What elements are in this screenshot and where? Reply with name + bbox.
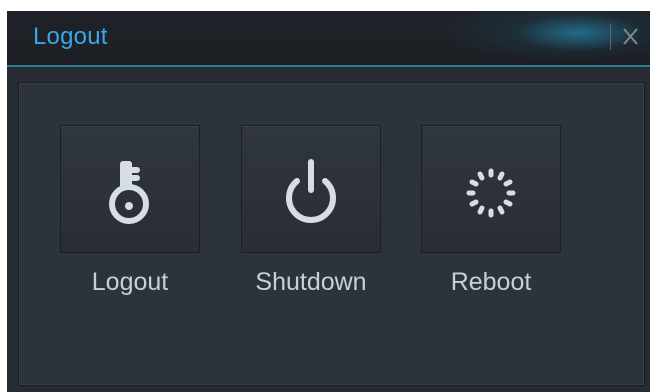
key-icon bbox=[61, 126, 199, 252]
close-icon bbox=[623, 28, 638, 45]
logout-label: Logout bbox=[91, 268, 169, 296]
shutdown-button[interactable] bbox=[241, 125, 381, 253]
close-button[interactable] bbox=[616, 20, 644, 52]
logout-dialog: Logout Logout Shutdown Reboot bbox=[7, 11, 650, 392]
reboot-action: Reboot bbox=[421, 125, 561, 297]
shutdown-action: Shutdown bbox=[241, 125, 381, 297]
dialog-title: Logout bbox=[33, 23, 108, 50]
titlebar-divider bbox=[610, 24, 611, 50]
logout-button[interactable] bbox=[60, 125, 200, 253]
dialog-titlebar: Logout bbox=[7, 11, 650, 65]
shutdown-label: Shutdown bbox=[255, 268, 367, 296]
reboot-spinner-icon bbox=[422, 126, 560, 252]
logout-action: Logout bbox=[60, 125, 200, 297]
reboot-label: Reboot bbox=[450, 268, 532, 296]
titlebar-accent-line bbox=[7, 65, 650, 67]
reboot-button[interactable] bbox=[421, 125, 561, 253]
power-icon bbox=[242, 126, 380, 252]
